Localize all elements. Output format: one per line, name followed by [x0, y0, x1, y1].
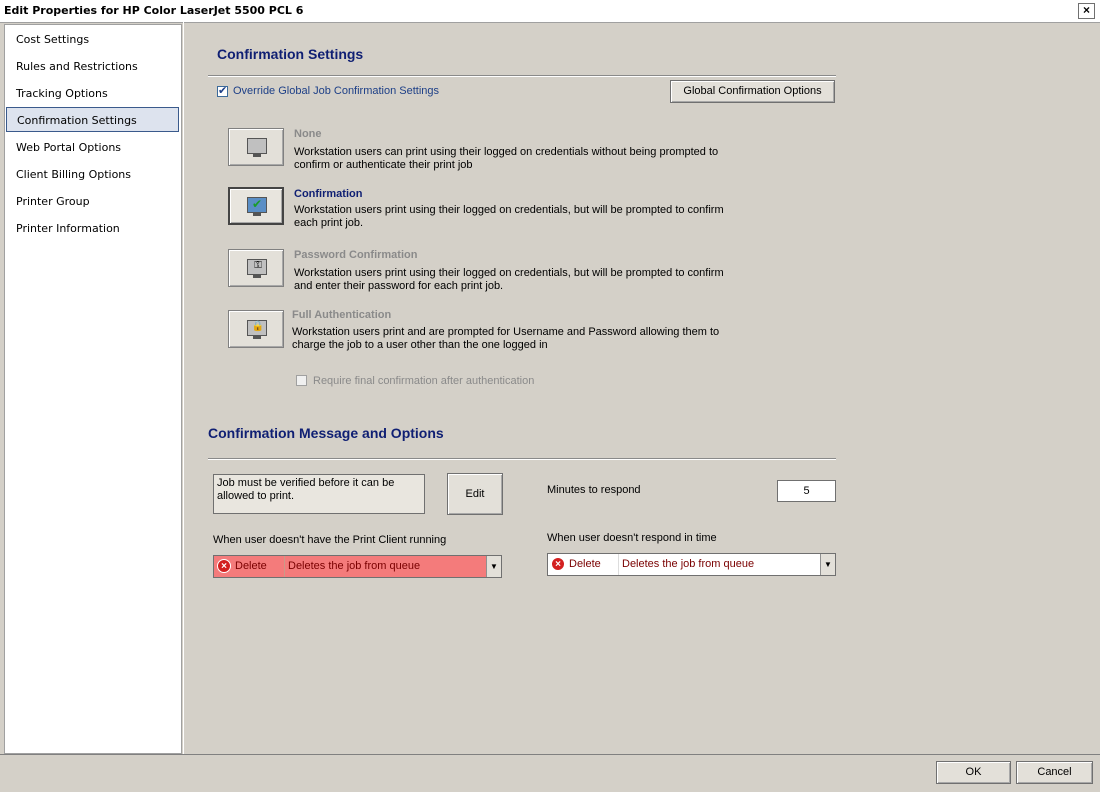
- error-icon: ×: [551, 557, 565, 571]
- require-final-confirmation-checkbox[interactable]: [296, 375, 307, 386]
- option-confirmation-title: Confirmation: [294, 188, 363, 200]
- panel-divider: [183, 22, 184, 754]
- option-none-button[interactable]: [228, 128, 284, 166]
- section-divider: [208, 75, 836, 77]
- cancel-button[interactable]: Cancel: [1016, 761, 1093, 784]
- sidebar-item-tracking-options[interactable]: Tracking Options: [6, 81, 179, 106]
- no-response-action-select[interactable]: × Delete Deletes the job from queue ▼: [547, 553, 836, 576]
- window-title: Edit Properties for HP Color LaserJet 55…: [4, 4, 304, 17]
- option-full-authentication-desc: Workstation users print and are prompted…: [292, 326, 720, 351]
- sidebar-item-web-portal-options[interactable]: Web Portal Options: [6, 135, 179, 160]
- require-final-confirmation-label[interactable]: Require final confirmation after authent…: [313, 375, 534, 387]
- no-response-label: When user doesn't respond in time: [547, 532, 717, 544]
- chevron-down-icon[interactable]: ▼: [820, 554, 835, 575]
- no-client-action-desc: Deletes the job from queue: [288, 560, 421, 572]
- confirmation-message-text: Job must be verified before it can be al…: [213, 474, 425, 514]
- section-divider: [208, 458, 836, 460]
- option-none-desc: Workstation users can print using their …: [294, 146, 719, 171]
- option-full-authentication-title: Full Authentication: [292, 309, 392, 321]
- no-client-label: When user doesn't have the Print Client …: [213, 534, 447, 546]
- option-password-confirmation-title: Password Confirmation: [294, 249, 418, 261]
- confirmation-message-title: Confirmation Message and Options: [208, 425, 444, 441]
- option-confirmation-button[interactable]: ✔: [228, 187, 284, 225]
- title-bar: Edit Properties for HP Color LaserJet 55…: [0, 0, 1100, 23]
- no-response-action-desc: Deletes the job from queue: [622, 558, 755, 570]
- close-icon[interactable]: ×: [1078, 3, 1095, 19]
- confirmation-settings-title: Confirmation Settings: [217, 46, 364, 62]
- override-label[interactable]: Override Global Job Confirmation Setting…: [233, 85, 439, 97]
- chevron-down-icon[interactable]: ▼: [486, 556, 501, 577]
- sidebar-item-confirmation-settings[interactable]: Confirmation Settings: [6, 107, 179, 132]
- option-password-confirmation-button[interactable]: ⚿: [228, 249, 284, 287]
- sidebar-item-rules-and-restrictions[interactable]: Rules and Restrictions: [6, 54, 179, 79]
- minutes-to-respond-label: Minutes to respond: [547, 484, 641, 496]
- key-icon: ⚿: [254, 260, 262, 271]
- no-client-action-value: Delete: [235, 560, 267, 572]
- sidebar: Cost Settings Rules and Restrictions Tra…: [4, 24, 182, 754]
- sidebar-item-client-billing-options[interactable]: Client Billing Options: [6, 162, 179, 187]
- ok-button[interactable]: OK: [936, 761, 1011, 784]
- global-confirmation-options-button[interactable]: Global Confirmation Options: [670, 80, 835, 103]
- no-response-action-value: Delete: [569, 558, 601, 570]
- sidebar-item-printer-group[interactable]: Printer Group: [6, 189, 179, 214]
- lock-icon: 🔒: [251, 321, 265, 332]
- checkmark-icon: ✔: [251, 197, 263, 211]
- no-client-action-select[interactable]: × Delete Deletes the job from queue ▼: [213, 555, 502, 578]
- sidebar-item-printer-information[interactable]: Printer Information: [6, 216, 179, 241]
- error-icon: ×: [217, 559, 231, 573]
- option-password-confirmation-desc: Workstation users print using their logg…: [294, 267, 724, 292]
- monitor-icon: [247, 138, 267, 154]
- edit-message-button[interactable]: Edit: [447, 473, 503, 515]
- override-checkbox[interactable]: [217, 84, 228, 97]
- option-full-authentication-button[interactable]: 🔒: [228, 310, 284, 348]
- sidebar-item-cost-settings[interactable]: Cost Settings: [6, 27, 179, 52]
- footer-divider: [0, 754, 1100, 755]
- option-none-title: None: [294, 128, 322, 140]
- option-confirmation-desc: Workstation users print using their logg…: [294, 204, 724, 229]
- minutes-to-respond-input[interactable]: 5: [777, 480, 836, 502]
